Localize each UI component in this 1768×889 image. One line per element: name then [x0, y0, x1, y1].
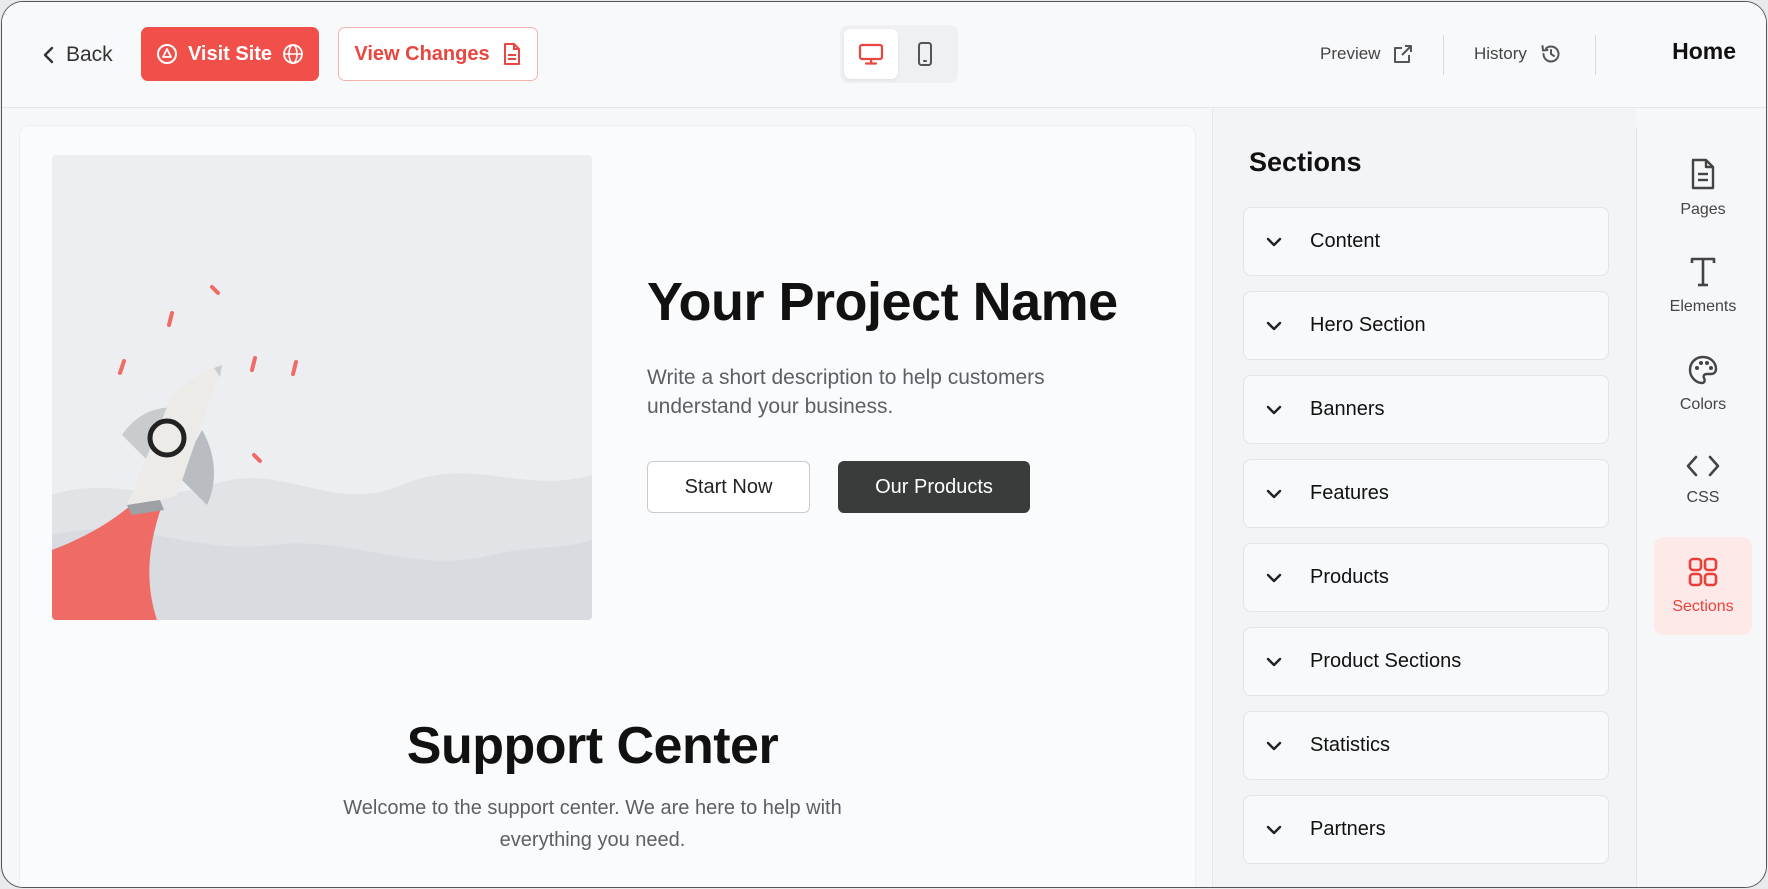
section-item-content[interactable]: Content	[1243, 207, 1609, 276]
device-toggle	[840, 25, 958, 83]
preview-label: Preview	[1320, 44, 1381, 63]
support-title: Support Center	[406, 717, 779, 775]
history-label: History	[1474, 44, 1527, 63]
globe-icon	[283, 44, 303, 64]
view-changes-button[interactable]: View Changes	[338, 27, 538, 81]
section-item-partners[interactable]: Partners	[1243, 795, 1609, 864]
sections-panel: Sections Content Hero Section Banners Fe…	[1212, 109, 1636, 887]
document-icon	[1691, 158, 1715, 190]
page-preview-canvas: Your Project Name Write a short descript…	[19, 125, 1196, 887]
section-item-product-sections[interactable]: Product Sections	[1243, 627, 1609, 696]
document-icon	[503, 43, 520, 65]
visit-site-button[interactable]: Visit Site	[141, 27, 319, 81]
text-icon	[1690, 257, 1716, 287]
chevron-down-icon	[1266, 237, 1282, 247]
section-item-statistics[interactable]: Statistics	[1243, 711, 1609, 780]
monitor-icon	[858, 43, 884, 65]
rail-item-sections[interactable]: Sections	[1654, 537, 1752, 635]
section-item-label: Content	[1310, 230, 1381, 252]
chevron-down-icon	[1266, 405, 1282, 415]
chevron-down-icon	[1266, 657, 1282, 667]
section-item-products[interactable]: Products	[1243, 543, 1609, 612]
section-item-label: Features	[1310, 482, 1389, 504]
current-page-label: Home	[1672, 38, 1736, 64]
history-icon	[1541, 45, 1560, 63]
rail-item-label: Elements	[1669, 298, 1737, 315]
rail-item-pages[interactable]: Pages	[1654, 139, 1752, 237]
preview-button[interactable]: Preview	[1320, 38, 1414, 70]
chevron-down-icon	[1266, 489, 1282, 499]
hero-description: Write a short description to help custom…	[647, 366, 1045, 418]
our-products-button[interactable]: Our Products	[838, 461, 1030, 513]
rail-item-colors[interactable]: Colors	[1654, 335, 1752, 433]
rail-item-css[interactable]: CSS	[1654, 431, 1752, 529]
chevron-down-icon	[1266, 741, 1282, 751]
section-item-hero-section[interactable]: Hero Section	[1243, 291, 1609, 360]
phone-icon	[918, 42, 932, 66]
hero-title: Your Project Name	[647, 272, 1118, 332]
section-item-label: Partners	[1310, 818, 1386, 840]
rail-item-label: Pages	[1680, 201, 1726, 218]
section-item-label: Products	[1310, 566, 1389, 588]
desktop-view-button[interactable]	[844, 29, 898, 79]
code-icon	[1686, 455, 1720, 477]
external-link-icon	[1394, 45, 1413, 63]
section-item-banners[interactable]: Banners	[1243, 375, 1609, 444]
view-changes-label: View Changes	[354, 42, 490, 65]
hero-illustration	[52, 155, 592, 620]
history-button[interactable]: History	[1474, 38, 1563, 70]
toolbar-divider	[1595, 35, 1596, 75]
palette-icon	[1688, 355, 1718, 385]
support-description: Welcome to the support center. We are he…	[343, 797, 842, 851]
section-item-label: Product Sections	[1310, 650, 1462, 672]
rail-item-elements[interactable]: Elements	[1654, 237, 1752, 335]
editor-rail: Pages Elements Colors CSS Sections	[1636, 127, 1766, 887]
app-window: Back Visit Site View Changes Preview His…	[1, 1, 1767, 888]
rail-item-label: CSS	[1686, 489, 1720, 506]
section-item-label: Banners	[1310, 398, 1385, 420]
toolbar-divider	[1443, 35, 1444, 75]
back-button[interactable]: Back	[42, 36, 113, 74]
start-now-button[interactable]: Start Now	[647, 461, 810, 513]
visit-site-label: Visit Site	[187, 42, 273, 65]
top-toolbar: Back Visit Site View Changes Preview His…	[2, 2, 1766, 108]
chevron-left-icon	[43, 46, 54, 64]
section-item-label: Statistics	[1310, 734, 1391, 756]
grid-icon	[1688, 557, 1718, 587]
rocket-badge-icon	[156, 44, 177, 64]
rail-item-label: Colors	[1679, 396, 1727, 413]
mobile-view-button[interactable]	[898, 29, 952, 79]
panel-title: Sections	[1249, 147, 1362, 177]
chevron-down-icon	[1266, 573, 1282, 583]
section-item-features[interactable]: Features	[1243, 459, 1609, 528]
rail-item-label: Sections	[1672, 598, 1734, 615]
back-label: Back	[66, 43, 113, 66]
section-item-label: Hero Section	[1310, 314, 1426, 336]
chevron-down-icon	[1266, 321, 1282, 331]
rocket-illustration	[52, 285, 592, 620]
chevron-down-icon	[1266, 825, 1282, 835]
